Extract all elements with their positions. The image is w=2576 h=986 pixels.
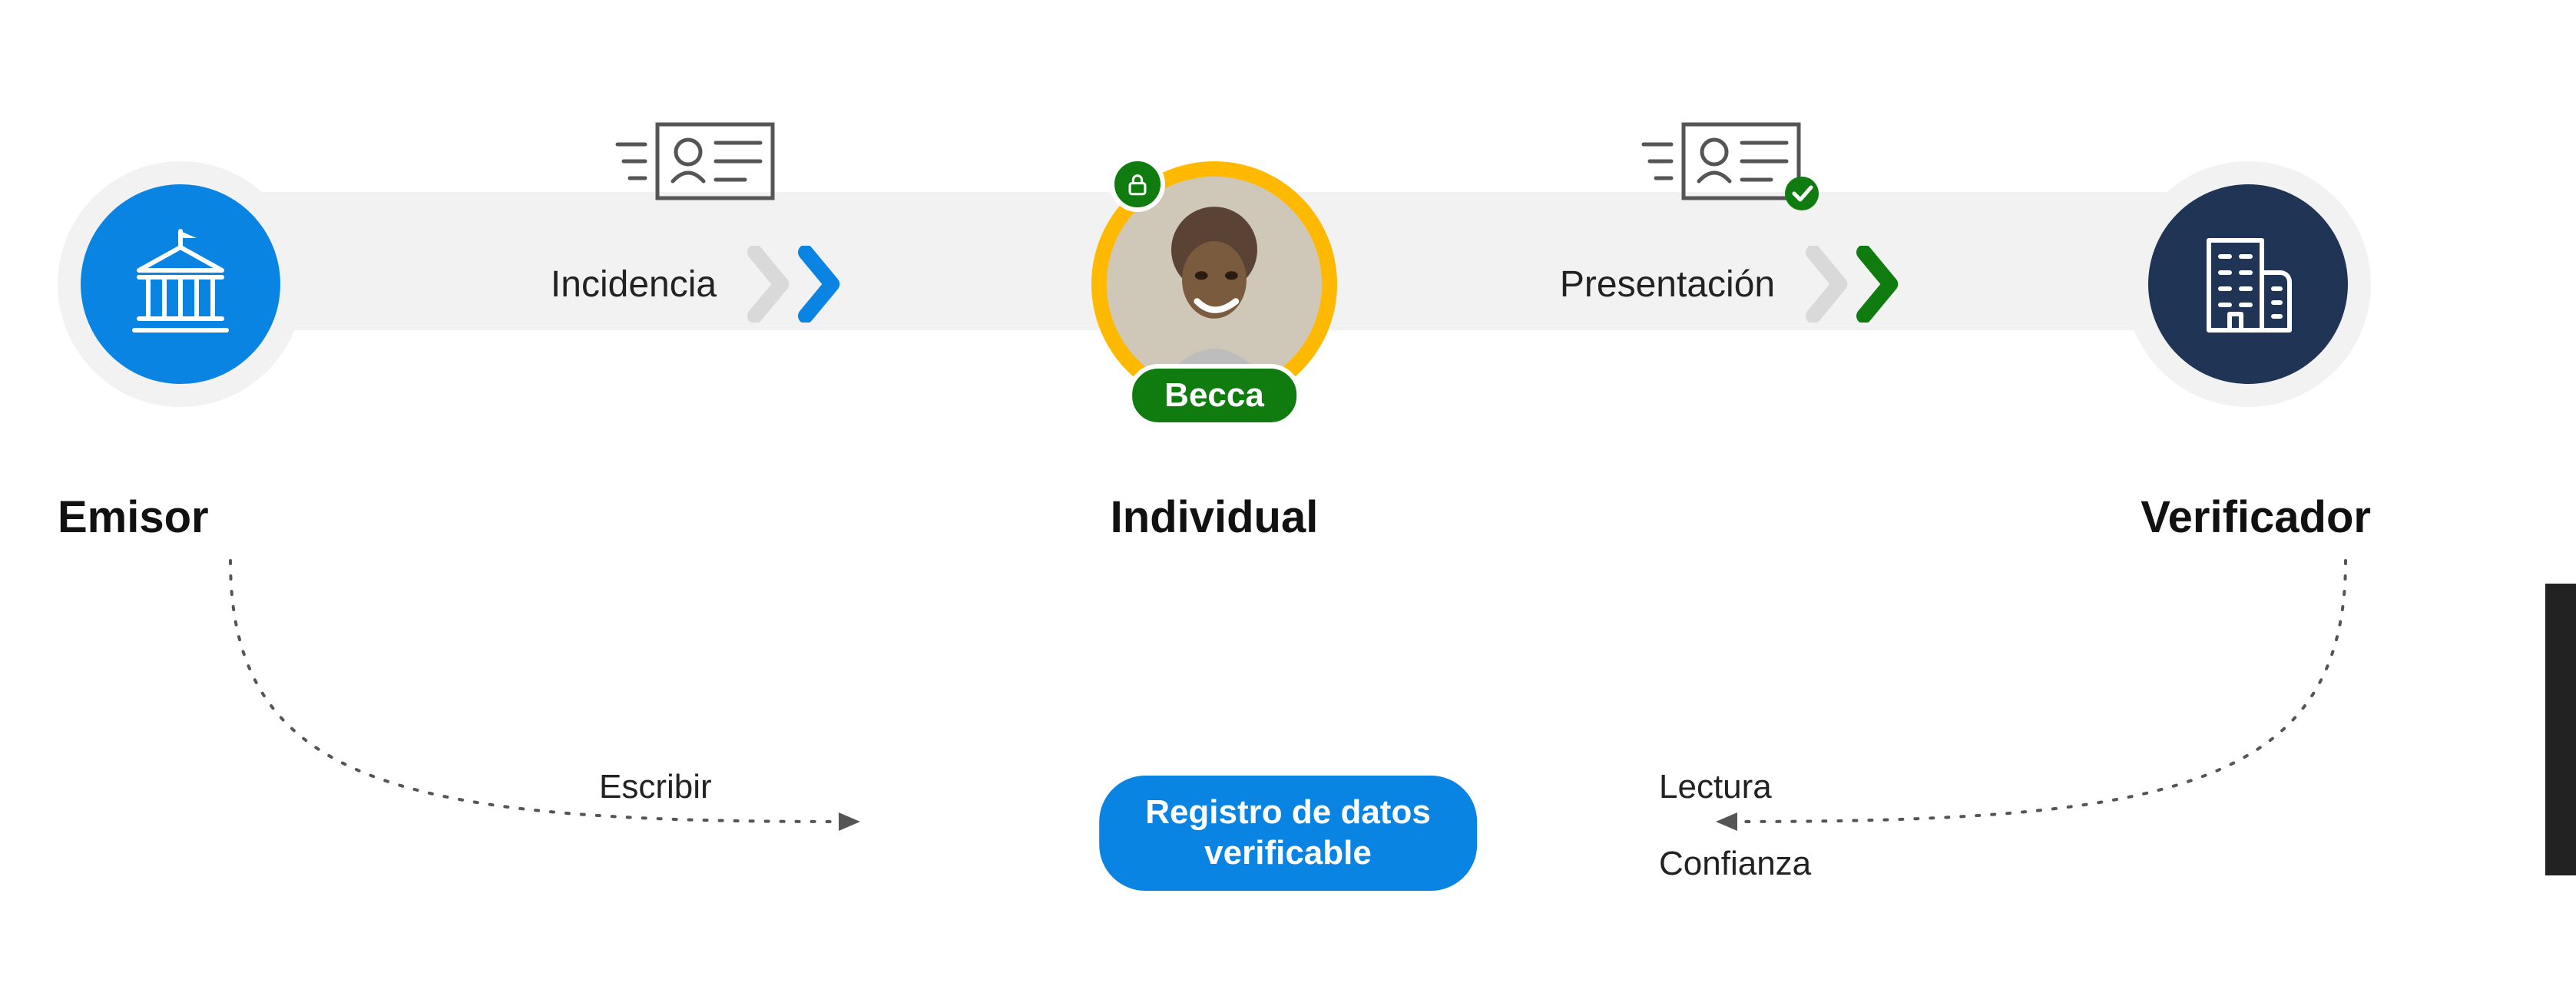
registry-line1: Registro de datos	[1145, 793, 1431, 831]
lock-badge	[1110, 157, 1165, 212]
cropped-edge	[2545, 584, 2576, 875]
write-label: Escribir	[599, 768, 712, 806]
read-label: Lectura	[1659, 768, 1772, 806]
individual-name-pill: Becca	[1127, 364, 1301, 427]
issuer-role-label: Emisor	[58, 491, 209, 543]
issuance-label: Incidencia	[551, 263, 717, 306]
issuer-node	[58, 161, 303, 407]
office-building-icon	[2190, 227, 2306, 342]
individual-role-label: Individual	[1111, 491, 1319, 543]
issuer-circle	[81, 184, 280, 384]
registry-pill: Registro de datos verificable	[1099, 776, 1477, 891]
write-curve	[184, 545, 876, 852]
read-trust-curve	[1700, 545, 2392, 852]
trust-label: Confianza	[1659, 845, 1811, 883]
presentation-chevrons	[1806, 246, 1902, 323]
lock-icon	[1124, 171, 1151, 197]
presentation-label: Presentación	[1560, 263, 1775, 306]
issuance-segment: Incidencia	[303, 215, 1091, 353]
id-card-motion-icon	[613, 115, 782, 211]
verifier-circle	[2148, 184, 2348, 384]
individual-node: Becca	[1091, 161, 1337, 407]
presentation-segment: Presentación	[1337, 215, 2125, 353]
verifier-role-label: Verificador	[2141, 491, 2371, 543]
issuance-chevrons	[747, 246, 844, 323]
id-card-motion-check-icon	[1639, 115, 1823, 219]
government-building-icon	[123, 227, 238, 342]
verifier-node	[2125, 161, 2371, 407]
registry-line2: verificable	[1204, 834, 1372, 872]
